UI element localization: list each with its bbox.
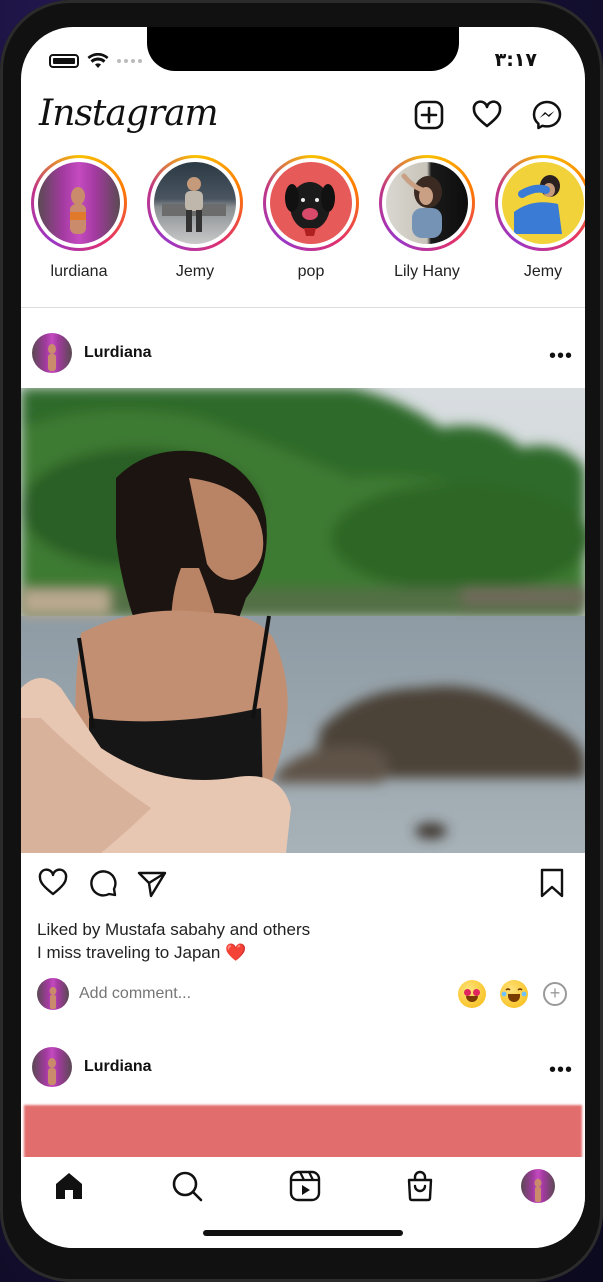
wifi-icon [87, 53, 109, 68]
story-label: lurdiana [50, 263, 108, 280]
post-actions [21, 867, 585, 907]
signal-icon [117, 59, 142, 63]
more-options-icon[interactable]: ••• [549, 1059, 573, 1082]
caption-text: I miss traveling to Japan [37, 943, 221, 962]
plus-square-icon[interactable] [413, 99, 445, 131]
red-heart-emoji: ❤️ [225, 943, 247, 962]
add-emoji-icon[interactable]: + [543, 982, 567, 1006]
post-image[interactable] [21, 388, 585, 853]
comment-avatar [37, 978, 69, 1010]
story-label: Lily Hany [394, 263, 460, 280]
more-options-icon[interactable]: ••• [549, 345, 573, 368]
status-time: ٣:١٧ [494, 49, 537, 71]
story-avatar [38, 162, 120, 244]
post-header: Lurdiana ••• [21, 327, 585, 383]
story-item[interactable]: lurdiana [29, 155, 129, 281]
home-icon[interactable] [52, 1169, 86, 1203]
post-header: Lurdiana ••• [21, 1041, 585, 1097]
story-avatar [386, 162, 468, 244]
like-heart-icon[interactable] [37, 867, 69, 899]
laughing-emoji-icon[interactable] [500, 980, 528, 1008]
instagram-logo[interactable]: Instagram [39, 93, 219, 134]
story-label: Jemy [175, 263, 215, 280]
home-indicator [203, 1230, 403, 1236]
shop-icon[interactable] [403, 1169, 437, 1203]
comment-icon[interactable] [87, 867, 119, 899]
comment-input[interactable] [79, 985, 379, 1003]
messenger-icon[interactable] [531, 99, 563, 131]
story-item[interactable]: pop [261, 155, 361, 281]
status-indicators [49, 53, 142, 69]
heart-eyes-emoji-icon[interactable] [458, 980, 486, 1008]
story-item[interactable]: Jemy [145, 155, 245, 281]
bookmark-icon[interactable] [536, 867, 568, 899]
post-image[interactable] [24, 1105, 582, 1159]
post-username[interactable]: Lurdiana [84, 1058, 152, 1076]
add-comment-row: + [21, 975, 585, 1015]
post-avatar[interactable] [32, 1047, 72, 1087]
story-item[interactable]: Lily Hany [377, 155, 477, 281]
post-caption: I miss traveling to Japan ❤️ [37, 943, 246, 963]
story-avatar [270, 162, 352, 244]
story-avatar [154, 162, 236, 244]
search-icon[interactable] [170, 1169, 204, 1203]
story-item[interactable]: Jemy [493, 155, 585, 281]
app-screen: ٣:١٧ Instagram lurdiana Jemy pop Lily Ha… [21, 27, 585, 1248]
post-avatar[interactable] [32, 333, 72, 373]
app-header: Instagram [21, 89, 585, 149]
profile-avatar[interactable] [521, 1169, 555, 1203]
story-label: Jemy [523, 263, 563, 280]
post-username[interactable]: Lurdiana [84, 344, 152, 362]
notch [147, 27, 459, 71]
story-label: pop [297, 263, 325, 280]
reels-icon[interactable] [288, 1169, 322, 1203]
heart-icon[interactable] [471, 99, 503, 131]
share-send-icon[interactable] [136, 867, 168, 899]
likes-text[interactable]: Liked by Mustafa sabahy and others [37, 920, 310, 940]
story-avatar [502, 162, 584, 244]
battery-icon [49, 54, 79, 68]
stories-tray: lurdiana Jemy pop Lily Hany Jemy [21, 155, 585, 308]
